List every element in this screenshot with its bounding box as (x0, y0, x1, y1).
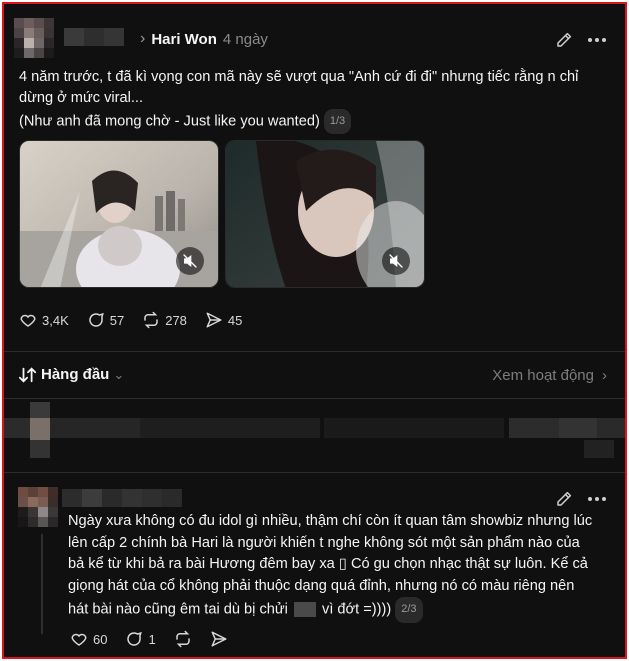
threads-screen: › Hari Won 4 ngày 4 năm trước, t đã kì v… (2, 2, 627, 659)
username-blur (62, 489, 182, 507)
like-count: 3,4K (42, 312, 69, 328)
repost-button[interactable] (174, 630, 192, 648)
censored-word (293, 602, 316, 618)
thread-line (41, 534, 43, 634)
reply-text-line: vì đớt =)))) (322, 601, 392, 618)
heart-icon (71, 633, 87, 646)
mute-icon[interactable] (382, 247, 410, 275)
post-text-line: 4 năm trước, t đã kì vọng con mã này sẽ … (19, 69, 579, 85)
reply-actions: 60 1 (70, 630, 246, 648)
sort-icon (19, 366, 37, 383)
repost-icon (175, 630, 190, 648)
like-count: 60 (93, 631, 108, 647)
reply-text-line: lên cấp 2 chính bà Hari là người khiến t… (68, 534, 580, 551)
share-button[interactable] (210, 630, 228, 648)
comment-icon (89, 312, 104, 327)
send-icon (206, 312, 222, 328)
sort-dropdown[interactable]: Hàng đầu ⌄ (19, 366, 124, 383)
like-button[interactable]: 60 (70, 630, 107, 648)
main-post: › Hari Won 4 ngày 4 năm trước, t đã kì v… (4, 4, 625, 352)
like-button[interactable]: 3,4K (19, 311, 69, 329)
post-text-line: (Như anh đã mong chờ - Just like you wan… (19, 113, 320, 130)
video-thumbnail-2[interactable] (225, 140, 425, 288)
reply-text-line: giọng hát của cổ không phải thuộc dạng q… (68, 577, 575, 594)
post-time: 4 ngày (222, 30, 268, 48)
comment-button[interactable]: 57 (87, 311, 124, 329)
sort-label: Hàng đầu (41, 366, 110, 383)
reply-body: Ngày xưa không có đu idol gì nhiều, thậm… (68, 511, 613, 623)
reply-text-line: Ngày xưa không có đu idol gì nhiều, thậm… (68, 513, 593, 529)
chevron-right-icon: › (140, 30, 146, 47)
blurred-content (4, 400, 625, 470)
author-name[interactable]: Hari Won (151, 31, 217, 48)
heart-icon (20, 314, 36, 327)
chevron-right-icon: › (602, 367, 607, 384)
reply-text-line: bả kể từ khi bả ra bài Hương đêm bay xa (68, 556, 335, 572)
share-count: 45 (227, 312, 243, 328)
send-icon (211, 631, 227, 647)
mute-icon[interactable] (176, 247, 204, 275)
repost-button[interactable]: 278 (142, 311, 187, 329)
repost-icon (144, 311, 158, 329)
post-body: 4 năm trước, t đã kì vọng con mã này sẽ … (19, 67, 609, 134)
post-text-line: dừng ở mức viral... (19, 90, 143, 106)
comment-count: 57 (109, 312, 125, 328)
view-activity-label: Xem hoạt động (492, 367, 594, 384)
post-actions: 3,4K 57 278 45 (19, 311, 260, 329)
page-counter: 2/3 (395, 597, 423, 623)
page-counter: 1/3 (323, 109, 352, 134)
view-activity-link[interactable]: Xem hoạt động › (492, 367, 607, 384)
repost-count: 278 (165, 312, 187, 328)
post-header: › Hari Won 4 ngày (140, 30, 268, 48)
more-options-icon[interactable] (586, 30, 608, 50)
video-thumbnail-1[interactable] (19, 140, 219, 288)
reply-text-line: hát bài nào cũng êm tai dù bị chửi (68, 601, 288, 618)
divider (4, 398, 625, 399)
edit-icon[interactable] (554, 489, 574, 509)
sort-bar: Hàng đầu ⌄ Xem hoạt động › (4, 352, 625, 400)
edit-icon[interactable] (554, 30, 574, 50)
comment-count: 1 (148, 631, 156, 647)
comment-icon (127, 631, 143, 646)
reply-text-line: Có gu chọn nhạc thật sự luôn. Kể cả (350, 556, 588, 572)
comment-button[interactable]: 1 (125, 630, 156, 648)
chevron-down-icon: ⌄ (113, 366, 125, 382)
avatar[interactable] (18, 487, 58, 527)
share-button[interactable]: 45 (205, 311, 242, 329)
more-options-icon[interactable] (586, 489, 608, 509)
username-blur (64, 28, 124, 46)
missing-glyph: ▯ (338, 556, 347, 572)
avatar[interactable] (14, 18, 54, 58)
